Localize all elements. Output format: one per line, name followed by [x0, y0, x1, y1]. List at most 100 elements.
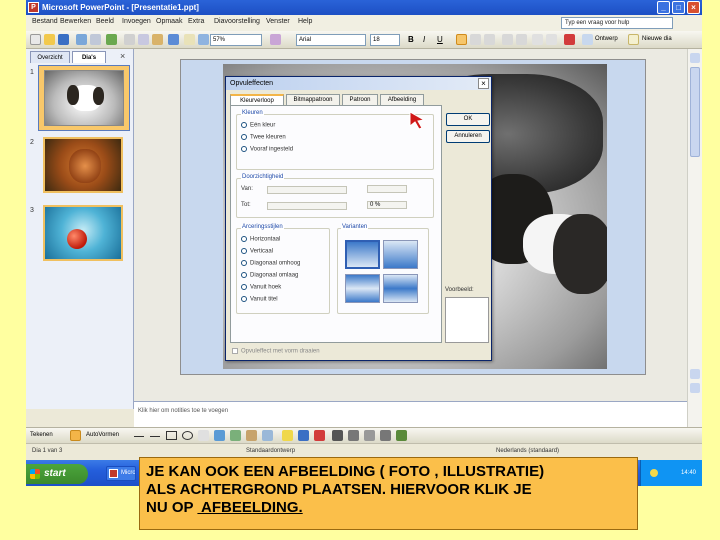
- radio-diagonal-up[interactable]: Diagonaal omhoog: [241, 260, 300, 267]
- numbering-icon[interactable]: [502, 34, 513, 45]
- tab-dias[interactable]: Dia's: [72, 51, 106, 63]
- spelling-icon[interactable]: [106, 34, 117, 45]
- font-select[interactable]: Arial: [296, 34, 366, 46]
- slide-thumb-selected-frame[interactable]: [38, 65, 130, 131]
- scroll-up-icon[interactable]: [690, 53, 700, 63]
- variant-swatch[interactable]: [383, 274, 418, 303]
- tab-kleurverloop[interactable]: Kleurverloop: [230, 94, 284, 105]
- pane-close-icon[interactable]: ×: [120, 51, 125, 61]
- prev-slide-icon[interactable]: [690, 369, 700, 379]
- tray-icon[interactable]: [650, 469, 658, 477]
- autoshapes-menu[interactable]: AutoVormen: [86, 432, 119, 438]
- picture-icon[interactable]: [262, 430, 273, 441]
- help-search-input[interactable]: Typ een vraag voor hulp: [561, 17, 673, 29]
- ok-button[interactable]: OK: [446, 113, 490, 126]
- menu-bewerken[interactable]: Bewerken: [60, 18, 91, 25]
- radio-horizontal[interactable]: Horizontaal: [241, 236, 280, 243]
- line-color-icon[interactable]: [298, 430, 309, 441]
- font-color-icon[interactable]: [564, 34, 575, 45]
- 3d-icon[interactable]: [396, 430, 407, 441]
- dash-style-icon[interactable]: [348, 430, 359, 441]
- new-slide-button[interactable]: Nieuwe dia: [642, 36, 672, 42]
- increase-font-icon[interactable]: [532, 34, 543, 45]
- notes-pane[interactable]: Klik hier om notities toe te voegen: [134, 401, 687, 427]
- transparency-to-input[interactable]: 0 %: [367, 201, 407, 209]
- menu-extra[interactable]: Extra: [188, 18, 204, 25]
- print-icon[interactable]: [76, 34, 87, 45]
- radio-from-corner[interactable]: Vanuit hoek: [241, 284, 281, 291]
- line-style-icon[interactable]: [332, 430, 343, 441]
- italic-button[interactable]: I: [423, 35, 425, 44]
- oval-icon[interactable]: [182, 431, 193, 440]
- fill-color-icon[interactable]: [282, 430, 293, 441]
- preview-icon[interactable]: [90, 34, 101, 45]
- rotate-fill-checkbox[interactable]: Opvuleffect met vorm draaien: [232, 348, 320, 355]
- design-button[interactable]: Ontwerp: [595, 36, 618, 42]
- menu-beeld[interactable]: Beeld: [96, 18, 114, 25]
- font-size-select[interactable]: 18: [370, 34, 400, 46]
- table-icon[interactable]: [198, 34, 209, 45]
- slide-thumbnail-2[interactable]: [43, 137, 123, 193]
- rectangle-icon[interactable]: [166, 431, 177, 440]
- align-center-icon[interactable]: [470, 34, 481, 45]
- open-icon[interactable]: [44, 34, 55, 45]
- new-slide-icon[interactable]: [628, 34, 639, 45]
- align-right-icon[interactable]: [484, 34, 495, 45]
- bold-button[interactable]: B: [408, 35, 414, 44]
- cancel-button[interactable]: Annuleren: [446, 130, 490, 143]
- tab-afbeelding[interactable]: Afbeelding: [380, 94, 424, 105]
- line-icon[interactable]: [134, 436, 144, 437]
- menu-invoegen[interactable]: Invoegen: [122, 18, 151, 25]
- scroll-thumb[interactable]: [690, 67, 700, 157]
- textbox-icon[interactable]: [198, 430, 209, 441]
- radio-two-colors[interactable]: Twee kleuren: [241, 134, 286, 141]
- undo-icon[interactable]: [168, 34, 179, 45]
- menu-opmaak[interactable]: Opmaak: [156, 18, 182, 25]
- save-icon[interactable]: [58, 34, 69, 45]
- decrease-font-icon[interactable]: [546, 34, 557, 45]
- wordart-icon[interactable]: [214, 430, 225, 441]
- shadow-icon[interactable]: [380, 430, 391, 441]
- menu-diavoorstelling[interactable]: Diavoorstelling: [214, 18, 260, 25]
- new-icon[interactable]: [30, 34, 41, 45]
- arrow-style-icon[interactable]: [364, 430, 375, 441]
- radio-from-title[interactable]: Vanuit titel: [241, 296, 278, 303]
- transparency-to-slider[interactable]: [267, 202, 347, 210]
- arrow-icon[interactable]: [150, 436, 160, 437]
- draw-menu[interactable]: Tekenen: [30, 432, 53, 438]
- dialog-close-icon[interactable]: ×: [478, 78, 489, 89]
- radio-diagonal-down[interactable]: Diagonaal omlaag: [241, 272, 298, 279]
- transparency-from-slider[interactable]: [267, 186, 347, 194]
- variant-swatch[interactable]: [383, 240, 418, 269]
- underline-button[interactable]: U: [437, 35, 443, 44]
- copy-icon[interactable]: [138, 34, 149, 45]
- cut-icon[interactable]: [124, 34, 135, 45]
- menu-help[interactable]: Help: [298, 18, 312, 25]
- vertical-scrollbar[interactable]: [687, 49, 702, 427]
- select-pointer-icon[interactable]: [70, 430, 81, 441]
- slide-thumbnail-3[interactable]: [43, 205, 123, 261]
- maximize-icon[interactable]: □: [672, 1, 685, 14]
- bullets-icon[interactable]: [516, 34, 527, 45]
- tab-overzicht[interactable]: Overzicht: [30, 51, 70, 63]
- transparency-from-input[interactable]: [367, 185, 407, 193]
- paste-icon[interactable]: [152, 34, 163, 45]
- tab-bitmappatroon[interactable]: Bitmappatroon: [286, 94, 340, 105]
- minimize-icon[interactable]: _: [657, 1, 670, 14]
- next-slide-icon[interactable]: [690, 383, 700, 393]
- tab-patroon[interactable]: Patroon: [342, 94, 378, 105]
- clipart-icon[interactable]: [246, 430, 257, 441]
- align-left-icon[interactable]: [456, 34, 467, 45]
- slide-canvas[interactable]: Opvuleffecten × Kleurverloop Bitmappatro…: [180, 59, 646, 375]
- variant-swatch[interactable]: [345, 240, 380, 269]
- draw-font-color-icon[interactable]: [314, 430, 325, 441]
- help-icon[interactable]: [270, 34, 281, 45]
- menu-bestand[interactable]: Bestand: [32, 18, 58, 25]
- slide-thumbnail-1[interactable]: [44, 70, 124, 126]
- diagram-icon[interactable]: [230, 430, 241, 441]
- design-icon[interactable]: [582, 34, 593, 45]
- radio-one-color[interactable]: Eén kleur: [241, 122, 275, 129]
- zoom-select[interactable]: 57%: [210, 34, 262, 46]
- menu-venster[interactable]: Venster: [266, 18, 290, 25]
- chart-icon[interactable]: [184, 34, 195, 45]
